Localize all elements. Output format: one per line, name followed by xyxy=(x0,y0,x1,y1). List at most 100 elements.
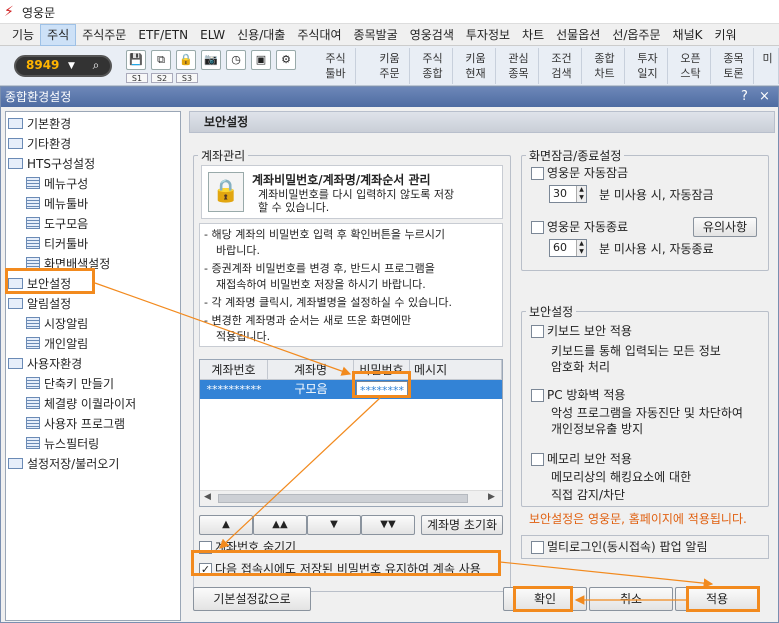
tree-item-personal-alert[interactable]: 개인알림 xyxy=(26,335,88,353)
move-top-button[interactable]: ▲▲ xyxy=(253,515,307,535)
close-icon[interactable]: × xyxy=(759,87,770,107)
highlight-apply xyxy=(686,586,760,612)
save-icon[interactable]: 💾 xyxy=(126,50,146,70)
menu-item-futures[interactable]: 선물옵션 xyxy=(550,25,606,45)
tree-item-alerts[interactable]: 알림설정 xyxy=(8,295,71,313)
defaults-button[interactable]: 기본설정값으로 xyxy=(193,587,311,611)
memory-desc-1: 메모리상의 해킹요소에 대한 xyxy=(551,470,692,484)
tree-item-equalizer[interactable]: 체결량 이퀄라이저 xyxy=(26,395,136,413)
column-header-name[interactable]: 계좌명 xyxy=(268,360,354,380)
tree-item-market-alert[interactable]: 시장알림 xyxy=(26,315,88,333)
menu-item-elw[interactable]: ELW xyxy=(194,25,231,45)
table-scrollbar[interactable]: ◀ ▶ xyxy=(200,490,502,506)
spinner-arrows-icon[interactable]: ▲ ▼ xyxy=(576,240,586,256)
menu-item-etf[interactable]: ETF/ETN xyxy=(132,25,194,45)
s3-button[interactable]: S3 xyxy=(176,73,198,83)
lock-minutes-spinner[interactable]: 30 ▲ ▼ xyxy=(549,185,587,203)
menu-item-credit[interactable]: 신용/대출 xyxy=(231,25,291,45)
auto-exit-checkbox[interactable] xyxy=(531,221,544,234)
menu-item-futures-order[interactable]: 선/옵주문 xyxy=(606,25,666,45)
scroll-right-icon[interactable]: ▶ xyxy=(488,492,495,502)
toolbar-btn-kiwoom-order[interactable]: 키움 주문 xyxy=(370,48,410,84)
column-header-account[interactable]: 계좌번호 xyxy=(200,360,268,380)
menu-item-lending[interactable]: 주식대여 xyxy=(291,25,347,45)
app-title: 영웅문 xyxy=(22,6,56,20)
cancel-button[interactable]: 취소 xyxy=(589,587,673,611)
tree-item-basic[interactable]: 기본환경 xyxy=(8,115,71,133)
account-group-legend: 계좌관리 xyxy=(201,149,246,163)
cell-account-name[interactable]: 구모음 xyxy=(268,380,354,399)
keyboard-security-checkbox[interactable] xyxy=(531,325,544,338)
account-combo[interactable]: 8949 ▼ ⌕ xyxy=(14,55,112,77)
scroll-thumb[interactable] xyxy=(218,494,468,503)
auto-lock-checkbox[interactable] xyxy=(531,167,544,180)
toolbar-btn-stock-debate[interactable]: 종목 토론 xyxy=(714,48,754,84)
camera-icon[interactable]: 📷 xyxy=(201,50,221,70)
notice-button[interactable]: 유의사항 xyxy=(693,217,757,237)
menu-item-chart[interactable]: 차트 xyxy=(516,25,550,45)
account-notes: - 해당 계좌의 비밀번호 입력 후 확인버튼을 누르시기 바랍니다. - 증권… xyxy=(199,223,503,347)
firewall-checkbox[interactable] xyxy=(531,389,544,402)
toolbar-btn-kiwoom-current[interactable]: 키움 현재 xyxy=(456,48,496,84)
clock-icon[interactable]: ◷ xyxy=(226,50,246,70)
toolbar-btn-openstock[interactable]: 오픈 스탁 xyxy=(671,48,711,84)
dropdown-icon[interactable]: ▼ xyxy=(68,61,78,71)
toolbar-btn-summary-chart[interactable]: 종합 차트 xyxy=(585,48,625,84)
tree-item-etc[interactable]: 기타환경 xyxy=(8,135,71,153)
tree-item-menu-toolbar[interactable]: 메뉴툴바 xyxy=(26,195,88,213)
gear-icon[interactable]: ⚙ xyxy=(276,50,296,70)
copy-icon[interactable]: ⧉ xyxy=(151,50,171,70)
tree-item-tools[interactable]: 도구모음 xyxy=(26,215,88,233)
multi-login-checkbox[interactable] xyxy=(531,541,544,554)
menu-item-search[interactable]: 영웅검색 xyxy=(404,25,460,45)
grid-icon xyxy=(26,337,40,349)
move-bottom-button[interactable]: ▼▼ xyxy=(361,515,415,535)
tree-item-save-load[interactable]: 설정저장/불러오기 xyxy=(8,455,119,473)
menu-item-info[interactable]: 투자정보 xyxy=(460,25,516,45)
move-down-button[interactable]: ▼ xyxy=(307,515,361,535)
help-icon[interactable]: ? xyxy=(741,87,748,107)
tree-item-news-filter[interactable]: 뉴스필터링 xyxy=(26,435,99,453)
search-icon[interactable]: ⌕ xyxy=(84,58,108,74)
tree-item-user-env[interactable]: 사용자환경 xyxy=(8,355,82,373)
exit-minutes-spinner[interactable]: 60 ▲ ▼ xyxy=(549,239,587,257)
memory-desc-2: 직접 감지/차단 xyxy=(551,488,626,502)
scroll-left-icon[interactable]: ◀ xyxy=(204,492,211,502)
grid-icon xyxy=(26,397,40,409)
folder-icon xyxy=(8,158,23,169)
toolbar-btn-more[interactable]: 미 xyxy=(757,48,779,84)
menu-item-discovery[interactable]: 종목발굴 xyxy=(348,25,404,45)
cell-account-number: ********** xyxy=(206,383,262,396)
reset-account-names-button[interactable]: 계좌명 초기화 xyxy=(421,515,503,535)
column-header-message[interactable]: 메시지 xyxy=(410,360,502,380)
tree-item-ticker-toolbar[interactable]: 티커툴바 xyxy=(26,235,88,253)
folder-icon xyxy=(8,458,23,469)
toolbar-btn-invest-journal[interactable]: 투자 일지 xyxy=(628,48,668,84)
menu-item-channel[interactable]: 채널K xyxy=(667,25,709,45)
s1-button[interactable]: S1 xyxy=(126,73,148,83)
menu-item-kiwoom[interactable]: 키워 xyxy=(708,25,742,45)
note-line: - 변경한 계좌명과 순서는 새로 뜨운 화면에만 xyxy=(204,314,412,327)
toolbar-btn-stock-summary[interactable]: 주식 종합 xyxy=(413,48,453,84)
grid-icon xyxy=(26,417,40,429)
s2-button[interactable]: S2 xyxy=(151,73,173,83)
lock-icon[interactable]: 🔒 xyxy=(176,50,196,70)
monitor-icon[interactable]: ▣ xyxy=(251,50,271,70)
spinner-arrows-icon[interactable]: ▲ ▼ xyxy=(576,186,586,202)
toolbar-btn-condition-search[interactable]: 조건 검색 xyxy=(542,48,582,84)
tree-item-shortcut[interactable]: 단축키 만들기 xyxy=(26,375,114,393)
memory-security-checkbox[interactable] xyxy=(531,453,544,466)
keyboard-security-label: 키보드 보안 적용 xyxy=(547,324,632,338)
tree-item-user-program[interactable]: 사용자 프로그램 xyxy=(26,415,125,433)
account-table: 계좌번호 계좌명 비밀번호 메시지 ********** 구모음 *******… xyxy=(199,359,503,507)
move-up-button[interactable]: ▲ xyxy=(199,515,253,535)
firewall-label: PC 방화벽 적용 xyxy=(547,388,626,402)
tree-item-menu-config[interactable]: 메뉴구성 xyxy=(26,175,88,193)
toolbar-btn-stock-toolbar[interactable]: 주식 툴바 xyxy=(316,48,356,84)
menu-item-stock[interactable]: 주식 xyxy=(40,23,77,46)
tree-item-hts[interactable]: HTS구성설정 xyxy=(8,155,95,173)
menu-item-stock-order[interactable]: 주식주문 xyxy=(76,25,132,45)
toolbar-btn-watchlist[interactable]: 관심 종목 xyxy=(499,48,539,84)
menu-item-function[interactable]: 기능 xyxy=(6,25,40,45)
account-header-desc-2: 할 수 있습니다. xyxy=(258,201,330,214)
